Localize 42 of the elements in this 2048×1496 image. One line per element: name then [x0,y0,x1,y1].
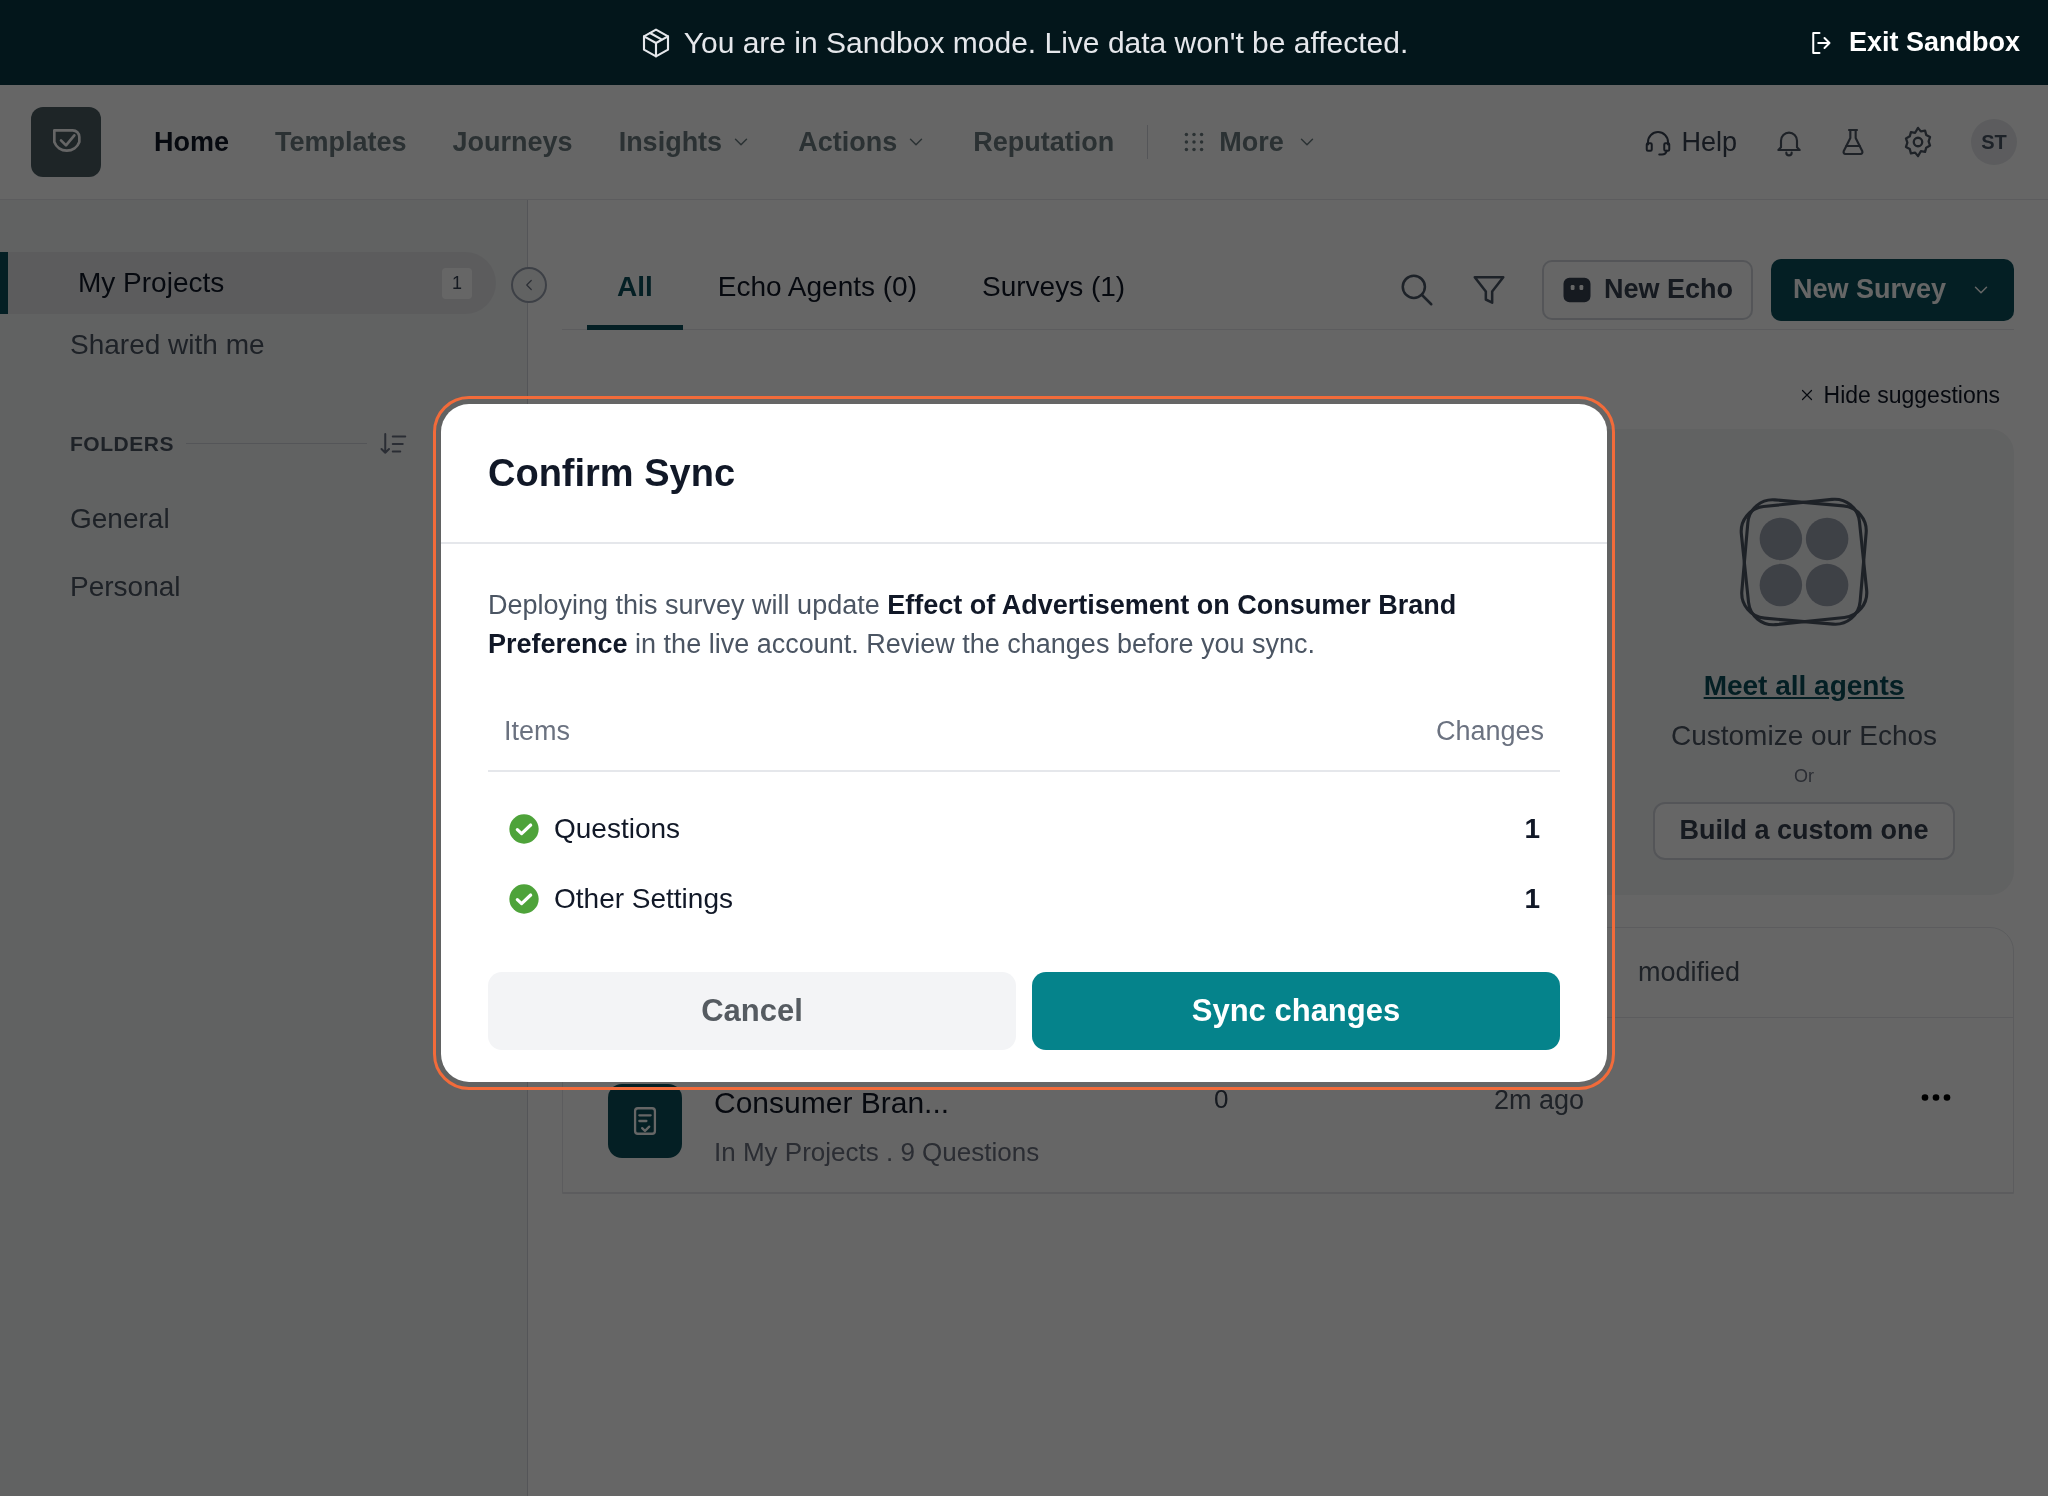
change-count: 1 [1524,882,1540,916]
folders-heading: FOLDERS [70,431,174,457]
meet-agents-link[interactable]: Meet all agents [1703,664,1905,707]
modified-time: 2m ago [1494,1083,1586,1117]
more-menu[interactable]: More [1158,121,1341,163]
sidebar-item[interactable]: Shared with me [0,314,496,376]
survey-meta: In My Projects . 9 Questions [714,1135,1041,1169]
nav-tab[interactable]: Home [131,121,252,163]
banner-message: You are in Sandbox mode. Live data won't be affected. [683,25,1409,61]
change-count: 1 [1524,812,1540,846]
help-button[interactable]: Help [1643,121,1737,163]
content-tab[interactable]: Echo Agents (0) [687,249,947,330]
sync-changes-button[interactable]: Sync changes [1032,972,1560,1050]
user-avatar[interactable]: ST [1971,119,2017,165]
column-header: Items [504,714,570,748]
suggestion-subtitle: Customize our Echos [1670,718,1938,753]
collapse-button[interactable] [511,267,547,303]
change-item-label: Questions [554,812,682,846]
new-survey-button[interactable]: New Survey [1770,258,2014,321]
nav-tab[interactable]: Actions [775,121,951,163]
exit-sandbox-button[interactable]: Exit Sandbox [1806,22,2020,63]
column-header: modified [1638,955,1741,989]
dialog-message: Deploying this survey will update Effect of Advertisement on Consumer Brand Preference in the live account. Review the changes before you sync. [488,589,1458,661]
more-options-button[interactable] [1919,1091,1953,1103]
more-dots-icon [1919,1091,1953,1103]
hide-suggestions-button[interactable]: Hide suggestions [1797,378,2000,413]
dialog-title: Confirm Sync [488,450,736,496]
content-tab[interactable]: Surveys (1) [952,249,1156,330]
survey-title: Consumer Bran... [714,1084,951,1121]
nav-tab[interactable]: Insights [595,121,776,163]
cancel-button[interactable]: Cancel [488,972,1016,1050]
nav-tab[interactable]: Reputation [950,121,1138,163]
table-cell-text: 0 [1214,1082,1230,1116]
new-echo-button[interactable]: New Echo [1541,259,1753,320]
content-tab[interactable]: All [587,249,683,330]
sidebar-item[interactable]: My Projects 1 [0,252,496,314]
build-custom-button[interactable]: Build a custom one [1653,801,1955,860]
column-header: Changes [1435,714,1544,748]
change-item-label: Other Settings [554,882,734,916]
nav-tab[interactable]: Journeys [429,121,596,163]
nav-tab[interactable]: Templates [252,121,430,163]
count-badge: 1 [442,267,472,299]
